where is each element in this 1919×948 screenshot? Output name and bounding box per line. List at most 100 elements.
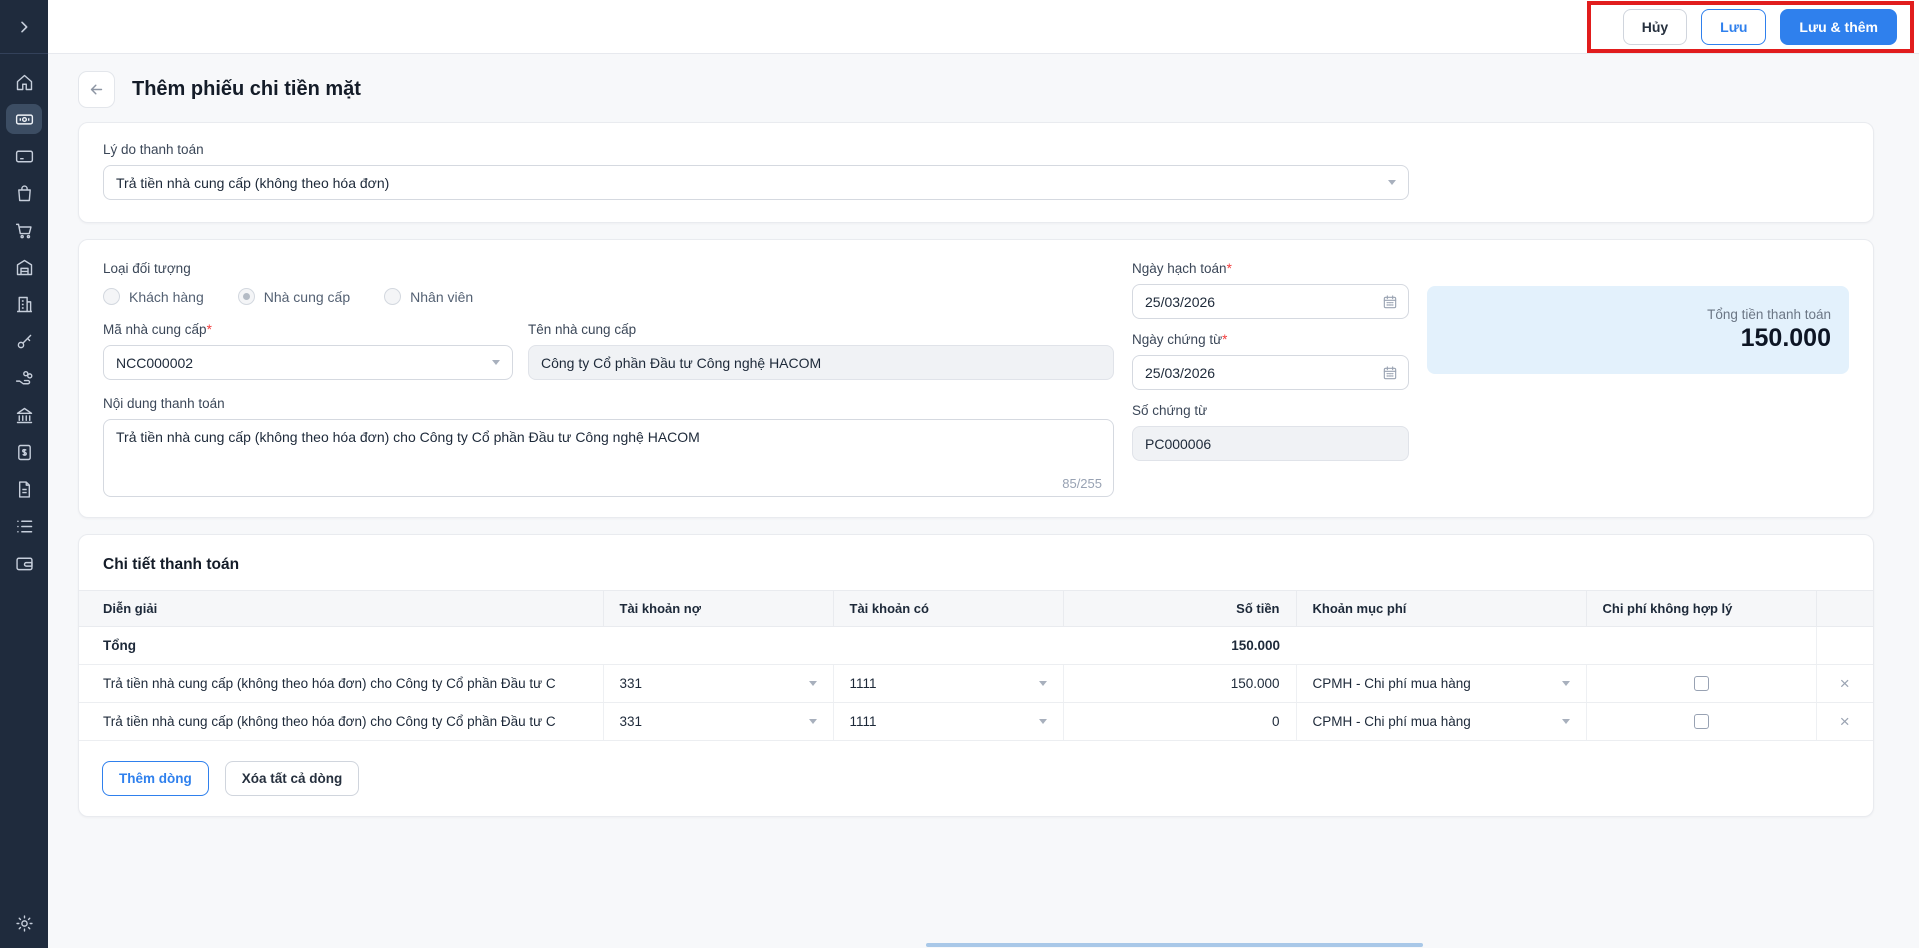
supplier-name-field: Tên nhà cung cấp Công ty Cổ phần Đầu tư … <box>528 322 1114 380</box>
calendar-icon[interactable] <box>1382 294 1398 310</box>
row-credit-select[interactable]: 1111 <box>833 703 1063 741</box>
sidebar-item-purchase[interactable] <box>6 175 42 212</box>
reason-card: Lý do thanh toán Trả tiền nhà cung cấp (… <box>78 122 1874 223</box>
invalid-expense-checkbox[interactable] <box>1694 714 1709 729</box>
row-description[interactable]: Trả tiền nhà cung cấp (không theo hóa đơ… <box>79 703 603 741</box>
row-expense-select[interactable]: CPMH - Chi phí mua hàng <box>1296 665 1586 703</box>
horizontal-scrollbar-thumb[interactable] <box>926 943 1423 947</box>
radio-employee[interactable]: Nhân viên <box>384 288 473 305</box>
radio-employee-label: Nhân viên <box>410 289 473 305</box>
radio-icon <box>238 288 255 305</box>
header-expense-item[interactable]: Khoản mục phí <box>1296 591 1586 627</box>
header-credit-account[interactable]: Tài khoản có <box>833 591 1063 627</box>
reason-select[interactable]: Trả tiền nhà cung cấp (không theo hóa đơ… <box>103 165 1409 200</box>
supplier-code-field: Mã nhà cung cấp* NCC000002 <box>103 322 513 380</box>
delete-all-rows-button[interactable]: Xóa tất cả dòng <box>225 761 360 796</box>
back-button[interactable] <box>78 71 115 108</box>
shopping-cart-icon <box>14 220 35 241</box>
sidebar-item-tools[interactable] <box>6 323 42 360</box>
delete-row-icon[interactable]: × <box>1840 674 1850 693</box>
row-amount[interactable]: 150.000 <box>1063 665 1296 703</box>
sidebar-item-bank[interactable] <box>6 397 42 434</box>
row-debit-select[interactable]: 331 <box>603 703 833 741</box>
object-type-label: Loại đối tượng <box>103 261 1114 276</box>
chevron-down-icon <box>1388 180 1396 185</box>
required-asterisk: * <box>207 322 212 337</box>
radio-icon <box>384 288 401 305</box>
key-icon <box>14 331 35 352</box>
row-description[interactable]: Trả tiền nhà cung cấp (không theo hóa đơ… <box>79 665 603 703</box>
header-debit-account[interactable]: Tài khoản nợ <box>603 591 833 627</box>
delete-row-icon[interactable]: × <box>1840 712 1850 731</box>
row-credit-value: 1111 <box>850 676 877 691</box>
sidebar-settings[interactable] <box>14 913 35 948</box>
row-credit-value: 1111 <box>850 714 877 729</box>
home-icon <box>14 72 35 93</box>
gear-icon <box>14 913 35 934</box>
app-window: Hủy Lưu Lưu & thêm Thêm phiếu chi tiền m… <box>0 0 1919 948</box>
table-row: Trả tiền nhà cung cấp (không theo hóa đơ… <box>79 665 1873 703</box>
radio-customer[interactable]: Khách hàng <box>103 288 204 305</box>
shopping-bag-icon <box>14 183 35 204</box>
total-amount-value: 150.000 <box>1741 324 1831 353</box>
save-and-add-button[interactable]: Lưu & thêm <box>1780 9 1897 45</box>
chevron-down-icon <box>1562 681 1570 686</box>
document-date-field: Ngày chứng từ* 25/03/2026 <box>1132 332 1409 390</box>
sidebar-item-categories[interactable] <box>6 508 42 545</box>
radio-supplier[interactable]: Nhà cung cấp <box>238 288 350 305</box>
radio-icon <box>103 288 120 305</box>
sidebar-item-organization[interactable] <box>6 286 42 323</box>
supplier-name-value: Công ty Cổ phần Đầu tư Công nghệ HACOM <box>541 355 821 371</box>
row-expense-value: CPMH - Chi phí mua hàng <box>1313 676 1471 691</box>
sidebar-item-documents[interactable] <box>6 471 42 508</box>
sidebar-item-wallet[interactable] <box>6 545 42 582</box>
supplier-name-label: Tên nhà cung cấp <box>528 322 1114 337</box>
supplier-code-select[interactable]: NCC000002 <box>103 345 513 380</box>
page-header: Thêm phiếu chi tiền mặt <box>78 71 1874 108</box>
save-button[interactable]: Lưu <box>1701 9 1766 45</box>
sidebar-toggle[interactable] <box>0 0 48 54</box>
cancel-button[interactable]: Hủy <box>1623 9 1687 45</box>
sidebar-item-salary[interactable] <box>6 360 42 397</box>
document-date-input[interactable]: 25/03/2026 <box>1132 355 1409 390</box>
table-total-row: Tổng 150.000 <box>79 627 1873 665</box>
row-debit-select[interactable]: 331 <box>603 665 833 703</box>
sidebar-item-cash-box[interactable] <box>6 434 42 471</box>
posting-date-field: Ngày hạch toán* 25/03/2026 <box>1132 261 1409 319</box>
payment-content-field: Nội dung thanh toán Trả tiền nhà cung cấ… <box>103 396 1114 497</box>
document-number-label: Số chứng từ <box>1132 403 1409 418</box>
topbar: Hủy Lưu Lưu & thêm <box>48 0 1919 54</box>
supplier-name-input: Công ty Cổ phần Đầu tư Công nghệ HACOM <box>528 345 1114 380</box>
building-icon <box>14 294 35 315</box>
topbar-actions: Hủy Lưu Lưu & thêm <box>1623 9 1897 45</box>
document-number-value: PC000006 <box>1145 436 1211 452</box>
sidebar-item-bank-card[interactable] <box>6 138 42 175</box>
table-row: Trả tiền nhà cung cấp (không theo hóa đơ… <box>79 703 1873 741</box>
invalid-expense-checkbox[interactable] <box>1694 676 1709 691</box>
warehouse-icon <box>14 257 35 278</box>
object-type-radios: Khách hàng Nhà cung cấp Nhân viên <box>103 288 1114 305</box>
header-description[interactable]: Diễn giải <box>79 591 603 627</box>
header-invalid-expense[interactable]: Chi phí không hợp lý <box>1586 591 1816 627</box>
detail-title: Chi tiết thanh toán <box>79 535 1873 590</box>
wallet-icon <box>14 553 35 574</box>
header-amount[interactable]: Số tiền <box>1063 591 1296 627</box>
posting-date-input[interactable]: 25/03/2026 <box>1132 284 1409 319</box>
sidebar-item-cash[interactable] <box>6 104 42 134</box>
sidebar-item-sales[interactable] <box>6 212 42 249</box>
calendar-icon[interactable] <box>1382 365 1398 381</box>
info-dates-column: Ngày hạch toán* 25/03/2026 Ngày chứng từ… <box>1132 261 1409 497</box>
list-icon <box>14 516 35 537</box>
sidebar-item-warehouse[interactable] <box>6 249 42 286</box>
row-expense-select[interactable]: CPMH - Chi phí mua hàng <box>1296 703 1586 741</box>
row-credit-select[interactable]: 1111 <box>833 665 1063 703</box>
row-debit-value: 331 <box>620 714 643 729</box>
document-date-value: 25/03/2026 <box>1145 365 1215 381</box>
row-amount[interactable]: 0 <box>1063 703 1296 741</box>
chevron-down-icon <box>1039 719 1047 724</box>
payment-content-textarea[interactable]: Trả tiền nhà cung cấp (không theo hóa đơ… <box>103 419 1114 497</box>
add-row-button[interactable]: Thêm dòng <box>102 761 209 796</box>
page-content: Thêm phiếu chi tiền mặt Lý do thanh toán… <box>48 54 1919 817</box>
sidebar-item-home[interactable] <box>6 64 42 101</box>
bank-icon <box>14 405 35 426</box>
